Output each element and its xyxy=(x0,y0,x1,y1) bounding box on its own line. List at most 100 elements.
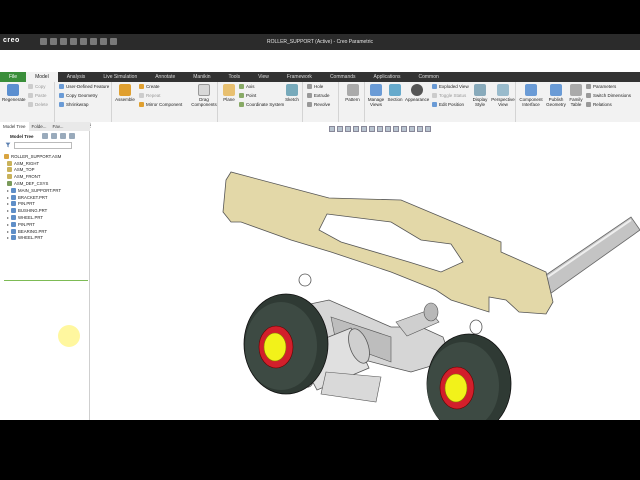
axis-button[interactable]: Axis xyxy=(239,84,255,89)
tree-item[interactable]: ▸ BEARING.PRT xyxy=(4,228,88,235)
tree-item[interactable]: ▸ BRACKET.PRT xyxy=(4,194,88,201)
tab-model-tree-label: Model Tree xyxy=(3,124,26,129)
expand-arrow-icon[interactable]: ▸ xyxy=(7,208,9,213)
tab-model-tree[interactable]: Model Tree xyxy=(0,122,29,131)
regenerate-icon xyxy=(7,84,19,96)
display-style-button[interactable]: Display Style xyxy=(470,84,490,107)
tree-item[interactable]: ▸ PIN.PRT xyxy=(4,221,88,228)
tree-search-input[interactable] xyxy=(14,142,72,149)
tab-tools[interactable]: Tools xyxy=(219,72,249,82)
toggle-status-button[interactable]: Toggle Status xyxy=(432,93,466,98)
create-button[interactable]: Create xyxy=(139,84,160,89)
extrude-button[interactable]: Extrude xyxy=(307,93,330,98)
shrinkwrap-button[interactable]: Shrinkwrap xyxy=(59,102,89,107)
tab-live-simulation[interactable]: Live Simulation xyxy=(94,72,146,82)
point-button[interactable]: Point xyxy=(239,93,256,98)
tab-folder-browser[interactable]: Folde... xyxy=(29,122,50,131)
repeat-label: Repeat xyxy=(146,93,161,98)
mirror-component-button[interactable]: Mirror Component xyxy=(139,102,182,107)
shrinkwrap-icon xyxy=(59,102,64,107)
perspective-view-button[interactable]: Perspective View xyxy=(491,84,515,107)
pattern-icon xyxy=(346,84,359,96)
tree-item[interactable]: ASM_TOP xyxy=(4,167,88,174)
tree-item[interactable]: ▸ BUSHING.PRT xyxy=(4,207,88,214)
tree-item[interactable]: ▸ PIN.PRT xyxy=(4,201,88,208)
tree-item[interactable]: ASM_FRONT xyxy=(4,173,88,180)
delete-button[interactable]: Delete xyxy=(28,102,48,107)
expand-arrow-icon[interactable]: ▸ xyxy=(7,235,9,240)
point-icon xyxy=(239,93,244,98)
axis-label: Axis xyxy=(246,84,255,89)
repeat-button[interactable]: Repeat xyxy=(139,93,161,98)
pattern-button[interactable]: Pattern xyxy=(342,84,363,102)
edit-position-button[interactable]: Edit Position xyxy=(432,102,464,107)
tab-analysis[interactable]: Analysis xyxy=(58,72,95,82)
assemble-button[interactable]: Assemble xyxy=(115,84,135,102)
tab-favorites[interactable]: Fav... xyxy=(50,122,67,131)
tab-commands[interactable]: Commands xyxy=(321,72,365,82)
tree-item[interactable]: ▸ MAIN_SUPPORT.PRT xyxy=(4,187,88,194)
pattern-label: Pattern xyxy=(345,97,360,102)
tree-columns-icon[interactable] xyxy=(60,133,66,139)
switch-dimensions-label: Switch Dimensions xyxy=(593,93,632,98)
udf-button[interactable]: User-Defined Feature xyxy=(59,84,109,89)
tree-item[interactable]: ROLLER_SUPPORT.ASM xyxy=(4,153,88,160)
tab-file[interactable]: File xyxy=(0,72,27,82)
tab-manikin[interactable]: Manikin xyxy=(184,72,219,82)
revolve-icon xyxy=(307,102,312,107)
tree-item-label: WHEEL.PRT xyxy=(18,215,44,221)
expand-arrow-icon[interactable]: ▸ xyxy=(7,201,9,206)
family-table-button[interactable]: Family Table xyxy=(568,84,584,107)
tab-common[interactable]: Common xyxy=(409,72,447,82)
show-icon[interactable] xyxy=(51,133,57,139)
paste-icon xyxy=(28,93,33,98)
tree-item[interactable]: ▸ WHEEL.PRT xyxy=(4,235,88,242)
switch-dimensions-button[interactable]: Switch Dimensions xyxy=(586,93,631,98)
expand-arrow-icon[interactable]: ▸ xyxy=(7,222,9,227)
tree-settings-icon[interactable] xyxy=(42,133,48,139)
expand-arrow-icon[interactable]: ▸ xyxy=(7,188,9,193)
tab-view[interactable]: View xyxy=(249,72,278,82)
assembly-icon xyxy=(4,153,9,159)
tab-framework[interactable]: Framework xyxy=(278,72,321,82)
appearance-button[interactable]: Appearance xyxy=(405,84,429,102)
graphics-window[interactable] xyxy=(91,122,640,420)
tab-annotate[interactable]: Annotate xyxy=(146,72,184,82)
manage-views-button[interactable]: Manage Views xyxy=(367,84,385,107)
section-button[interactable]: Section xyxy=(386,84,404,102)
expand-arrow-icon[interactable]: ▸ xyxy=(7,229,9,234)
drag-components-button[interactable]: Drag Components xyxy=(191,84,217,107)
publish-geometry-button[interactable]: Publish Geometry xyxy=(545,84,567,107)
tree-item[interactable]: ASM_DEF_CSYS xyxy=(4,180,88,187)
component-interface-button[interactable]: Component Interface xyxy=(518,84,544,107)
tab-favorites-label: Fav... xyxy=(52,124,64,129)
tree-item-label: ASM_DEF_CSYS xyxy=(14,181,49,187)
plane-button[interactable]: Plane xyxy=(221,84,237,102)
sketch-label: Sketch xyxy=(285,97,299,102)
hole-button[interactable]: Hole xyxy=(307,84,323,89)
tab-applications[interactable]: Applications xyxy=(365,72,410,82)
parameters-label: Parameters xyxy=(593,84,617,89)
sketch-button[interactable]: Sketch xyxy=(283,84,301,102)
expand-arrow-icon[interactable]: ▸ xyxy=(7,195,9,200)
copy-geometry-button[interactable]: Copy Geometry xyxy=(59,93,98,98)
relations-label: Relations xyxy=(593,102,612,107)
tree-item[interactable]: ▸ WHEEL.PRT xyxy=(4,214,88,221)
tree-item[interactable]: ASM_RIGHT xyxy=(4,160,88,167)
exploded-view-icon xyxy=(432,84,437,89)
part-icon xyxy=(11,228,17,234)
copy-button[interactable]: Copy xyxy=(28,84,46,89)
csys-button[interactable]: Coordinate System xyxy=(239,102,284,107)
expand-icon[interactable] xyxy=(69,133,75,139)
filter-icon[interactable] xyxy=(5,142,11,148)
regenerate-button[interactable]: Regenerate xyxy=(2,84,26,102)
revolve-button[interactable]: Revolve xyxy=(307,102,330,107)
expand-arrow-icon[interactable]: ▸ xyxy=(7,215,9,220)
relations-button[interactable]: Relations xyxy=(586,102,612,107)
part-icon xyxy=(11,215,17,221)
part-icon xyxy=(11,201,17,207)
parameters-button[interactable]: Parameters xyxy=(586,84,616,89)
tab-model[interactable]: Model xyxy=(26,72,58,82)
paste-button[interactable]: Paste xyxy=(28,93,47,98)
exploded-view-button[interactable]: Exploded View xyxy=(432,84,469,89)
